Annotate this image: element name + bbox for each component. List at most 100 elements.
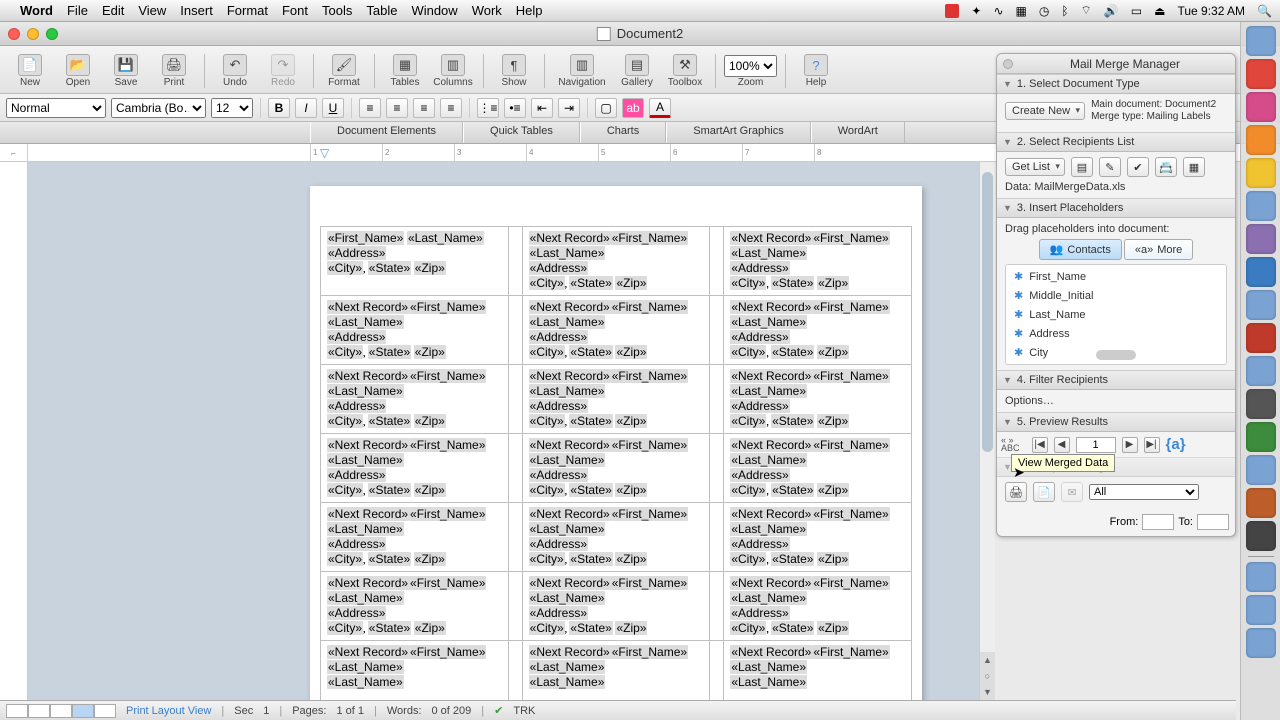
dock-app-8[interactable]: [1246, 257, 1276, 287]
label-cell[interactable]: «Next Record»«First_Name» «Last_Name»«Ad…: [321, 365, 509, 434]
menu-work[interactable]: Work: [472, 3, 502, 18]
get-list-dropdown[interactable]: Get List: [1005, 158, 1065, 176]
format-button[interactable]: 🖌Format: [322, 54, 366, 88]
columns-button[interactable]: ▥Columns: [431, 54, 475, 88]
borders-button[interactable]: ▢: [595, 98, 617, 118]
menu-window[interactable]: Window: [411, 3, 457, 18]
more-tab[interactable]: «a»More: [1124, 239, 1193, 260]
browse-object-icon[interactable]: ○: [980, 668, 995, 684]
tab-smartart[interactable]: SmartArt Graphics: [666, 122, 810, 143]
show-button[interactable]: ¶Show: [492, 54, 536, 88]
label-cell[interactable]: «Next Record»«First_Name» «Last_Name»«Ad…: [522, 296, 710, 365]
eject-icon[interactable]: ⏏: [1154, 4, 1165, 18]
font-select[interactable]: Cambria (Bo…: [111, 98, 206, 118]
field-codes-button[interactable]: {a}: [1166, 436, 1186, 453]
menu-help[interactable]: Help: [516, 3, 543, 18]
zoom-control[interactable]: 100%Zoom: [724, 55, 777, 88]
label-cell[interactable]: «Next Record»«First_Name» «Last_Name»«Ad…: [321, 572, 509, 641]
next-page-icon[interactable]: ▼: [980, 684, 995, 700]
label-cell[interactable]: «Next Record»«First_Name» «Last_Name»«La…: [321, 641, 509, 701]
label-cell[interactable]: «Next Record»«First_Name» «Last_Name»«Ad…: [522, 572, 710, 641]
view-print-layout[interactable]: [72, 704, 94, 718]
spotlight-icon[interactable]: 🔍: [1257, 4, 1272, 18]
highlight-button[interactable]: ab: [622, 98, 644, 118]
menu-table[interactable]: Table: [366, 3, 397, 18]
open-button[interactable]: 📂Open: [56, 54, 100, 88]
toolbox-button[interactable]: ⚒Toolbox: [663, 54, 707, 88]
dock-app-5[interactable]: [1246, 158, 1276, 188]
prev-page-icon[interactable]: ▲: [980, 652, 995, 668]
label-cell[interactable]: «Next Record»«First_Name» «Last_Name»«Ad…: [724, 365, 912, 434]
label-cell[interactable]: «Next Record»«First_Name» «Last_Name»«Ad…: [724, 227, 912, 296]
label-cell[interactable]: «First_Name» «Last_Name»«Address»«City»,…: [321, 227, 509, 296]
style-select[interactable]: Normal: [6, 98, 106, 118]
bulleted-list-button[interactable]: •≡: [504, 98, 526, 118]
menu-font[interactable]: Font: [282, 3, 308, 18]
edit-labels-icon[interactable]: ▦: [1183, 157, 1205, 177]
mmm-section-1[interactable]: ▼1. Select Document Type: [997, 74, 1235, 94]
dock-app-7[interactable]: [1246, 224, 1276, 254]
dock-app-10[interactable]: [1246, 323, 1276, 353]
label-cell[interactable]: «Next Record»«First_Name» «Last_Name»«Ad…: [321, 434, 509, 503]
merge-to-email-icon[interactable]: ✉: [1061, 482, 1083, 502]
view-outline[interactable]: [28, 704, 50, 718]
mmm-section-4[interactable]: ▼4. Filter Recipients: [997, 370, 1235, 390]
label-cell[interactable]: «Next Record»«First_Name» «Last_Name»«La…: [522, 641, 710, 701]
align-right-button[interactable]: ≡: [413, 98, 435, 118]
mmm-section-2[interactable]: ▼2. Select Recipients List: [997, 132, 1235, 152]
mmm-section-5[interactable]: ▼5. Preview Results: [997, 412, 1235, 432]
label-cell[interactable]: «Next Record»«First_Name» «Last_Name»«Ad…: [522, 227, 710, 296]
view-publishing[interactable]: [50, 704, 72, 718]
window-minimize[interactable]: [27, 28, 39, 40]
field-middle-initial[interactable]: Middle_Initial: [1006, 286, 1226, 305]
mmm-section-3[interactable]: ▼3. Insert Placeholders: [997, 198, 1235, 218]
redo-button[interactable]: ↷Redo: [261, 54, 305, 88]
new-button[interactable]: 📄New: [8, 54, 52, 88]
volume-icon[interactable]: 🔊: [1104, 4, 1119, 18]
to-input[interactable]: [1197, 514, 1229, 530]
view-merged-button[interactable]: « »ABC: [997, 432, 1020, 452]
trk-label[interactable]: TRK: [513, 705, 535, 717]
tab-document-elements[interactable]: Document Elements: [310, 122, 463, 143]
italic-button[interactable]: I: [295, 98, 317, 118]
label-cell[interactable]: «Next Record»«First_Name» «Last_Name»«Ad…: [522, 365, 710, 434]
field-address[interactable]: Address: [1006, 324, 1226, 343]
increase-indent-button[interactable]: ⇥: [558, 98, 580, 118]
dock-app-13[interactable]: [1246, 422, 1276, 452]
label-cell[interactable]: «Next Record»«First_Name» «Last_Name»«La…: [724, 641, 912, 701]
dock-app-14[interactable]: [1246, 455, 1276, 485]
tab-charts[interactable]: Charts: [580, 122, 666, 143]
mmm-close[interactable]: [1003, 59, 1013, 69]
tab-type-icon[interactable]: ⌐: [0, 144, 28, 162]
merge-range-select[interactable]: All: [1089, 484, 1199, 500]
dock-app-17[interactable]: [1246, 562, 1276, 592]
decrease-indent-button[interactable]: ⇤: [531, 98, 553, 118]
dock-app-6[interactable]: [1246, 191, 1276, 221]
tab-quick-tables[interactable]: Quick Tables: [463, 122, 580, 143]
dock-app-15[interactable]: [1246, 488, 1276, 518]
bold-button[interactable]: B: [268, 98, 290, 118]
label-cell[interactable]: «Next Record»«First_Name» «Last_Name»«Ad…: [522, 434, 710, 503]
from-input[interactable]: [1142, 514, 1174, 530]
dock-app-12[interactable]: [1246, 389, 1276, 419]
app-name[interactable]: Word: [20, 3, 53, 18]
save-button[interactable]: 💾Save: [104, 54, 148, 88]
timemachine-icon[interactable]: ◷: [1039, 4, 1049, 18]
vertical-ruler[interactable]: [0, 162, 28, 700]
label-cell[interactable]: «Next Record»«First_Name» «Last_Name»«Ad…: [724, 503, 912, 572]
field-last-name[interactable]: Last_Name: [1006, 305, 1226, 324]
evernote-icon[interactable]: ✦: [971, 4, 981, 18]
dock-app-9[interactable]: [1246, 290, 1276, 320]
tables-button[interactable]: ▦Tables: [383, 54, 427, 88]
menu-tools[interactable]: Tools: [322, 3, 352, 18]
print-button[interactable]: 🖨Print: [152, 54, 196, 88]
dock-app-11[interactable]: [1246, 356, 1276, 386]
rec-icon[interactable]: [945, 4, 959, 18]
label-cell[interactable]: «Next Record»«First_Name» «Last_Name»«Ad…: [724, 296, 912, 365]
label-cell[interactable]: «Next Record»«First_Name» «Last_Name»«Ad…: [522, 503, 710, 572]
label-cell[interactable]: «Next Record»«First_Name» «Last_Name»«Ad…: [321, 296, 509, 365]
dock-app-18[interactable]: [1246, 595, 1276, 625]
navigation-button[interactable]: ▥Navigation: [553, 54, 611, 88]
numbered-list-button[interactable]: ⋮≡: [477, 98, 499, 118]
undo-button[interactable]: ↶Undo: [213, 54, 257, 88]
